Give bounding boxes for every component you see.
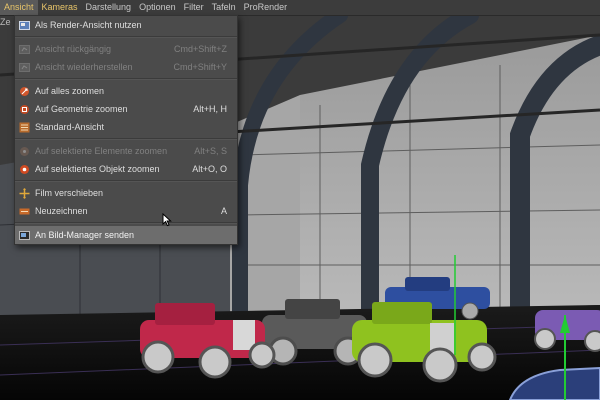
render-view-icon — [19, 20, 30, 31]
menu-item-shortcut: Cmd+Shift+Y — [173, 62, 227, 72]
menu-item-label: Neuzeichnen — [35, 206, 88, 216]
menu-item-picture-viewer[interactable]: An Bild-Manager senden — [15, 226, 237, 244]
menu-item-shortcut: Alt+S, S — [194, 146, 227, 156]
zoom-selected-elements-icon — [19, 146, 30, 157]
film-move-icon — [19, 187, 30, 199]
zoom-all-icon — [19, 86, 30, 97]
menu-item-label: Standard-Ansicht — [35, 122, 105, 132]
menu-item-default-view[interactable]: Standard-Ansicht — [15, 118, 237, 136]
redraw-icon — [19, 206, 30, 217]
picture-viewer-icon — [19, 230, 30, 241]
menu-item-zoom-all[interactable]: Auf alles zoomen — [15, 82, 237, 100]
mouse-cursor-icon — [162, 213, 172, 227]
menu-item-label: Ansicht rückgängig — [35, 44, 112, 54]
menu-item-shortcut: Cmd+Shift+Z — [173, 44, 227, 54]
zoom-selected-object-icon — [19, 164, 30, 175]
menu-darstellung[interactable]: Darstellung — [82, 0, 136, 15]
menu-ansicht[interactable]: Ansicht — [0, 0, 38, 15]
menu-item-shortcut: A — [220, 206, 227, 216]
menu-separator — [15, 222, 237, 224]
menu-item-label: Auf selektiertes Objekt zoomen — [35, 164, 160, 174]
menu-item-label: Auf alles zoomen — [35, 86, 105, 96]
menu-item-label: Auf selektierte Elemente zoomen — [35, 146, 168, 156]
menu-filter[interactable]: Filter — [180, 0, 208, 15]
menu-item-redraw[interactable]: Neuzeichnen A — [15, 202, 237, 220]
menu-optionen[interactable]: Optionen — [135, 0, 180, 15]
menu-separator — [15, 36, 237, 38]
menu-item-render-view[interactable]: Als Render-Ansicht nutzen — [15, 16, 237, 34]
menu-separator — [15, 180, 237, 182]
menu-separator — [15, 138, 237, 140]
menu-item-undo-view: Ansicht rückgängig Cmd+Shift+Z — [15, 40, 237, 58]
menu-item-label: An Bild-Manager senden — [35, 230, 135, 240]
menu-item-shortcut: Alt+O, O — [192, 164, 227, 174]
menu-item-film-move[interactable]: Film verschieben — [15, 184, 237, 202]
menu-tafeln[interactable]: Tafeln — [208, 0, 240, 15]
menu-kameras[interactable]: Kameras — [38, 0, 82, 15]
menu-item-label: Auf Geometrie zoomen — [35, 104, 128, 114]
menu-item-label: Film verschieben — [35, 188, 104, 198]
menu-item-zoom-selected-elements: Auf selektierte Elemente zoomen Alt+S, S — [15, 142, 237, 160]
menu-separator — [15, 78, 237, 80]
default-view-icon — [19, 122, 30, 133]
menu-item-shortcut: Alt+H, H — [193, 104, 227, 114]
redo-view-icon — [19, 62, 30, 73]
menu-item-label: Als Render-Ansicht nutzen — [35, 20, 142, 30]
viewport-menubar: Ansicht Kameras Darstellung Optionen Filter T… — [0, 0, 600, 16]
menu-prorender[interactable]: ProRender — [240, 0, 292, 15]
menu-item-zoom-selected-object[interactable]: Auf selektiertes Objekt zoomen Alt+O, O — [15, 160, 237, 178]
undo-view-icon — [19, 44, 30, 55]
view-dropdown-menu: Als Render-Ansicht nutzen Ansicht rückgän… — [14, 15, 238, 245]
menu-item-zoom-geometry[interactable]: Auf Geometrie zoomen Alt+H, H — [15, 100, 237, 118]
viewport-label: Ze — [0, 17, 11, 27]
menu-item-redo-view: Ansicht wiederherstellen Cmd+Shift+Y — [15, 58, 237, 76]
menu-item-label: Ansicht wiederherstellen — [35, 62, 133, 72]
zoom-geometry-icon — [19, 104, 30, 115]
